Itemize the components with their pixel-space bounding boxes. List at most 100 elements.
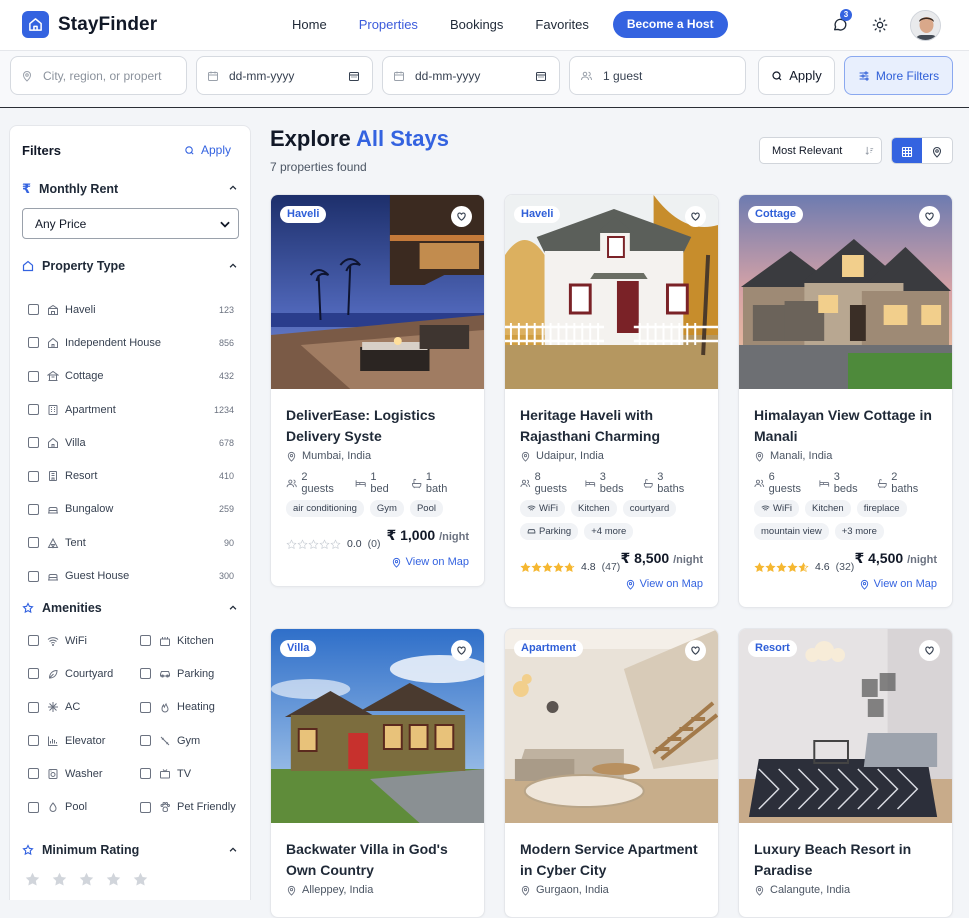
brand[interactable]: StayFinder xyxy=(22,11,157,38)
nav-home[interactable]: Home xyxy=(292,12,327,38)
checkbox[interactable] xyxy=(140,735,151,747)
checkbox[interactable] xyxy=(140,801,151,813)
property-card[interactable]: Cottage Himalayan View Cottage in Manali… xyxy=(738,194,953,608)
user-avatar[interactable] xyxy=(910,9,941,41)
property-image[interactable]: Apartment xyxy=(505,629,718,823)
become-host-button[interactable]: Become a Host xyxy=(612,11,728,38)
amenity-gym[interactable]: Gym xyxy=(140,724,248,757)
amenity-elevator[interactable]: Elevator xyxy=(28,724,140,757)
amenity-wifi[interactable]: WiFi xyxy=(28,624,140,657)
amenity-pool[interactable]: Pool xyxy=(28,790,140,823)
amenity-kitchen[interactable]: Kitchen xyxy=(140,624,248,657)
amenity-courtyard[interactable]: Courtyard xyxy=(28,657,140,690)
rent-section-header[interactable]: ₹ Monthly Rent xyxy=(22,181,238,197)
favorite-button[interactable] xyxy=(685,206,706,227)
checkbox[interactable] xyxy=(28,304,39,316)
view-on-map-link[interactable]: View on Map xyxy=(391,556,469,568)
checkbox[interactable] xyxy=(28,337,39,349)
messages-button[interactable]: 3 xyxy=(824,9,856,41)
search-apply-button[interactable]: Apply xyxy=(758,56,835,95)
date-picker-icon[interactable] xyxy=(535,70,547,82)
favorite-button[interactable] xyxy=(451,640,472,661)
favorite-button[interactable] xyxy=(451,206,472,227)
checkbox[interactable] xyxy=(28,735,39,747)
checkout-field[interactable]: dd-mm-yyyy xyxy=(382,56,560,95)
property-title[interactable]: Backwater Villa in God's Own Country xyxy=(286,839,469,881)
more-amenities-chip[interactable]: +3 more xyxy=(834,523,884,540)
date-picker-icon[interactable] xyxy=(348,70,360,82)
property-card[interactable]: Haveli Heritage Haveli with Rajasthani C… xyxy=(504,194,719,608)
rating-star-1[interactable] xyxy=(24,871,41,888)
location-field[interactable]: City, region, or propert xyxy=(10,56,187,95)
rating-star-5[interactable] xyxy=(132,871,149,888)
checkbox[interactable] xyxy=(28,801,39,813)
nav-properties[interactable]: Properties xyxy=(359,12,418,38)
property-title[interactable]: Heritage Haveli with Rajasthani Charming xyxy=(520,405,703,447)
rating-star-4[interactable] xyxy=(105,871,122,888)
checkbox[interactable] xyxy=(28,404,39,416)
amenity-washer[interactable]: Washer xyxy=(28,757,140,790)
checkbox[interactable] xyxy=(28,437,39,449)
property-title[interactable]: Modern Service Apartment in Cyber City xyxy=(520,839,703,881)
checkin-input[interactable]: dd-mm-yyyy xyxy=(229,69,294,83)
view-on-map-link[interactable]: View on Map xyxy=(859,578,937,590)
property-image[interactable]: Cottage xyxy=(739,195,952,389)
property-type-resort[interactable]: Resort 410 xyxy=(28,459,234,492)
checkbox[interactable] xyxy=(28,768,39,780)
property-card[interactable]: Villa Backwater Villa in God's Own Count… xyxy=(270,628,485,918)
amenities-section-header[interactable]: Amenities xyxy=(22,601,238,615)
checkbox[interactable] xyxy=(28,537,39,549)
amenity-heating[interactable]: Heating xyxy=(140,691,248,724)
more-amenities-chip[interactable]: +4 more xyxy=(584,523,634,540)
price-select[interactable]: Any Price xyxy=(22,208,239,239)
location-input[interactable]: City, region, or propert xyxy=(43,69,162,83)
favorite-button[interactable] xyxy=(919,640,940,661)
rating-star-3[interactable] xyxy=(78,871,95,888)
checkout-input[interactable]: dd-mm-yyyy xyxy=(415,69,480,83)
view-on-map-link[interactable]: View on Map xyxy=(625,578,703,590)
property-title[interactable]: DeliverEase: Logistics Delivery Syste xyxy=(286,405,469,447)
rating-section-header[interactable]: Minimum Rating xyxy=(22,843,238,857)
property-card[interactable]: Resort Luxury Beach Resort in Paradise C… xyxy=(738,628,953,918)
property-type-independent-house[interactable]: Independent House 856 xyxy=(28,326,234,359)
property-type-cottage[interactable]: Cottage 432 xyxy=(28,360,234,393)
checkbox[interactable] xyxy=(140,768,151,780)
property-image[interactable]: Haveli xyxy=(505,195,718,389)
checkin-field[interactable]: dd-mm-yyyy xyxy=(196,56,373,95)
checkbox[interactable] xyxy=(28,635,39,647)
property-card[interactable]: Apartment Modern Service Apartment in Cy… xyxy=(504,628,719,918)
amenity-pet-friendly[interactable]: Pet Friendly xyxy=(140,790,248,823)
grid-view-button[interactable] xyxy=(892,138,922,163)
property-type-section-header[interactable]: Property Type xyxy=(22,259,238,273)
guests-field[interactable]: 1 guest xyxy=(569,56,746,95)
amenity-ac[interactable]: AC xyxy=(28,691,140,724)
checkbox[interactable] xyxy=(28,701,39,713)
checkbox[interactable] xyxy=(140,701,151,713)
checkbox[interactable] xyxy=(28,470,39,482)
checkbox[interactable] xyxy=(140,635,151,647)
amenity-tv[interactable]: TV xyxy=(140,757,248,790)
checkbox[interactable] xyxy=(28,570,39,582)
rating-star-2[interactable] xyxy=(51,871,68,888)
amenity-parking[interactable]: Parking xyxy=(140,657,248,690)
checkbox[interactable] xyxy=(140,668,151,680)
property-image[interactable]: Haveli xyxy=(271,195,484,389)
property-type-tent[interactable]: Tent 90 xyxy=(28,526,234,559)
property-type-haveli[interactable]: Haveli 123 xyxy=(28,293,234,326)
property-image[interactable]: Resort xyxy=(739,629,952,823)
map-view-button[interactable] xyxy=(922,138,952,163)
checkbox[interactable] xyxy=(28,503,39,515)
property-image[interactable]: Villa xyxy=(271,629,484,823)
property-type-apartment[interactable]: Apartment 1234 xyxy=(28,393,234,426)
property-type-bungalow[interactable]: Bungalow 259 xyxy=(28,493,234,526)
favorite-button[interactable] xyxy=(919,206,940,227)
checkbox[interactable] xyxy=(28,370,39,382)
more-filters-button[interactable]: More Filters xyxy=(844,56,953,95)
nav-bookings[interactable]: Bookings xyxy=(450,12,503,38)
property-type-guest-house[interactable]: Guest House 300 xyxy=(28,559,234,592)
sort-select[interactable]: Most Relevant xyxy=(759,137,882,164)
theme-toggle[interactable] xyxy=(864,9,896,41)
property-title[interactable]: Luxury Beach Resort in Paradise xyxy=(754,839,937,881)
nav-favorites[interactable]: Favorites xyxy=(535,12,588,38)
property-type-villa[interactable]: Villa 678 xyxy=(28,426,234,459)
